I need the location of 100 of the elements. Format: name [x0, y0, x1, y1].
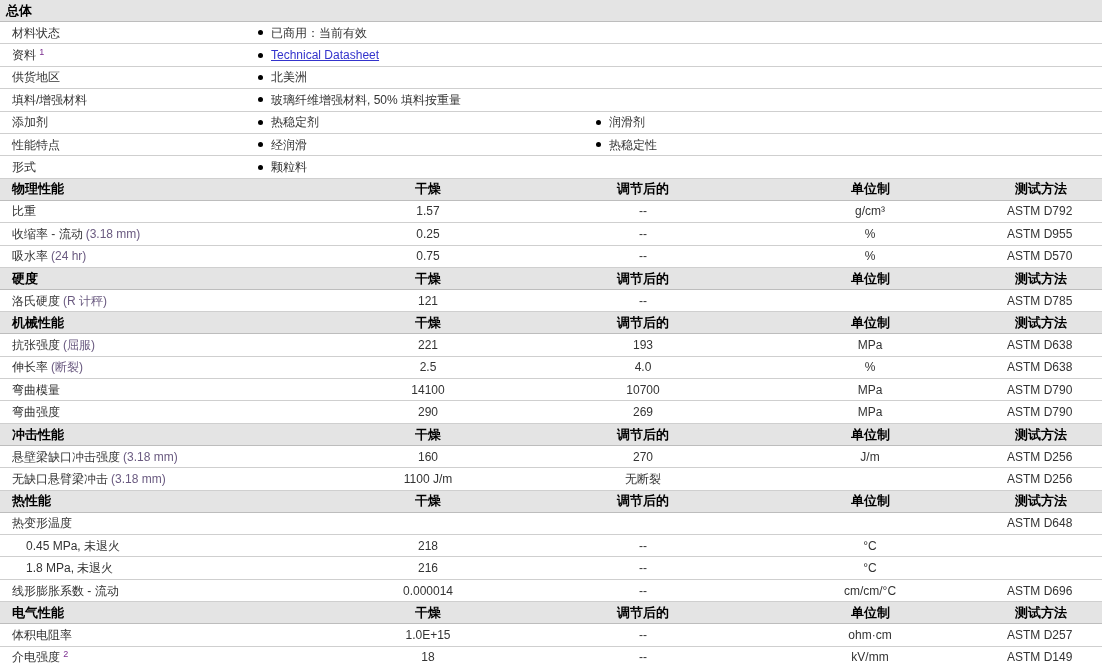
column-header: 干燥: [414, 269, 442, 288]
dry-value: 216: [417, 560, 439, 578]
unit-cell-text: %: [863, 225, 877, 243]
unit-cell-text: %: [863, 248, 877, 266]
row-label: 添加剂: [11, 114, 49, 132]
conditioned-value: 270: [632, 448, 654, 466]
conditioned-value: 无断裂: [624, 470, 662, 488]
property-value: 润滑剂: [609, 114, 645, 132]
bullet-icon: [258, 74, 263, 80]
section-header: 总体: [0, 0, 1102, 22]
dry-value: 2.5: [418, 359, 438, 377]
conditioned-value: --: [638, 649, 648, 667]
row-label: 性能特点: [11, 136, 61, 154]
column-header: 测试方法: [1014, 269, 1068, 288]
test-method: ASTM D256: [1006, 448, 1074, 466]
test-method: ASTM D792: [1006, 203, 1074, 221]
dry-value: 218: [417, 537, 439, 555]
column-header: 单位制: [849, 603, 891, 622]
dry-value: 121: [417, 292, 439, 310]
unit-cell-text: °C: [862, 537, 878, 555]
property-name: 热变形温度: [11, 515, 73, 533]
property-name: 1.8 MPa, 未退火: [25, 560, 115, 578]
test-method: ASTM D696: [1006, 582, 1074, 600]
row-label: 供货地区: [11, 69, 61, 87]
bullet-icon: [258, 52, 263, 58]
column-header: 调节后的: [615, 269, 670, 288]
column-header: 干燥: [414, 180, 442, 199]
dry-value: 18: [420, 649, 436, 667]
column-header: 调节后的: [615, 180, 670, 199]
conditioned-value: --: [638, 626, 648, 644]
test-method: ASTM D648: [1006, 515, 1074, 533]
bullet-icon: [258, 97, 263, 103]
unit-cell-text: %: [863, 359, 877, 377]
conditioned-value: 193: [632, 337, 654, 354]
row-label: 填料/增强材料: [11, 91, 89, 109]
test-method: ASTM D570: [1006, 248, 1074, 266]
column-header: 测试方法: [1014, 603, 1068, 622]
unit-cell-text: °C: [862, 560, 878, 578]
bullet-icon: [258, 30, 263, 36]
section-title: 物理性能: [11, 180, 65, 199]
unit-cell-text: ohm·cm: [847, 626, 893, 644]
test-method: ASTM D257: [1006, 626, 1074, 644]
column-header: 干燥: [414, 425, 442, 444]
dry-value: 0.25: [415, 225, 441, 243]
property-value: 北美洲: [271, 69, 307, 87]
property-value: 热稳定剂: [271, 114, 319, 132]
property-value: 颗粒料: [271, 159, 307, 177]
conditioned-value: 4.0: [633, 359, 653, 377]
unit-cell-text: MPa: [856, 337, 884, 354]
dry-value: 14100: [410, 381, 446, 399]
column-header: 测试方法: [1014, 425, 1068, 444]
column-header: 干燥: [414, 314, 442, 333]
property-name: 弯曲强度: [11, 404, 61, 422]
dry-value: 1.0E+15: [404, 626, 452, 644]
unit-cell-text: kV/mm: [850, 649, 890, 667]
section-title: 电气性能: [11, 603, 65, 622]
property-name: 抗张强度 (屈服): [11, 337, 96, 354]
column-header: 测试方法: [1014, 314, 1068, 333]
test-method: ASTM D790: [1006, 381, 1074, 399]
bullet-icon: [258, 119, 263, 125]
conditioned-value: 269: [632, 404, 654, 422]
property-name: 洛氏硬度 (R 计秤): [11, 292, 108, 310]
dry-value: 0.000014: [401, 582, 455, 600]
column-header: 单位制: [849, 492, 891, 511]
unit-cell-text: J/m: [859, 448, 881, 466]
dry-value: 1.57: [415, 203, 441, 221]
property-name: 悬壁梁缺口冲击强度 (3.18 mm): [11, 448, 179, 466]
row-label: 资料 $^{1}$: [11, 46, 46, 65]
conditioned-value: --: [638, 292, 648, 310]
conditioned-value: 10700: [625, 381, 661, 399]
test-method: ASTM D149: [1006, 649, 1074, 667]
property-name: 0.45 MPa, 未退火: [25, 537, 122, 555]
test-method: ASTM D256: [1006, 470, 1074, 488]
property-name: 介电强度 $^{2}$: [11, 648, 70, 667]
datasheet-link[interactable]: Technical Datasheet: [271, 46, 380, 65]
property-name: 线形膨胀系数 - 流动: [11, 582, 120, 600]
unit-cell-text: cm/cm/°C: [842, 582, 898, 600]
test-method: ASTM D638: [1006, 359, 1074, 377]
property-value: 玻璃纤维增强材料, 50% 填料按重量: [271, 91, 462, 109]
column-header: 单位制: [849, 314, 891, 333]
property-name: 体积电阻率: [11, 626, 73, 644]
section-title: 热性能: [11, 492, 52, 511]
column-header: 测试方法: [1014, 180, 1068, 199]
property-value: 热稳定性: [609, 136, 657, 154]
unit-cell-text: MPa: [856, 381, 884, 399]
property-name: 收缩率 - 流动 (3.18 mm): [11, 225, 142, 243]
column-header: 调节后的: [615, 425, 670, 444]
bullet-icon: [258, 142, 263, 148]
bullet-icon: [596, 119, 601, 125]
section-title: 硬度: [11, 269, 39, 288]
property-name: 弯曲模量: [11, 381, 61, 399]
property-name: 吸水率 (24 hr): [11, 248, 88, 266]
bullet-icon: [258, 164, 263, 170]
column-header: 调节后的: [615, 314, 670, 333]
section-title: 机械性能: [10, 314, 65, 333]
dry-value: 290: [417, 404, 439, 422]
column-header: 单位制: [849, 180, 891, 199]
row-label: 材料状态: [11, 24, 61, 42]
column-header: 测试方法: [1014, 492, 1068, 511]
section-title: 冲击性能: [11, 425, 65, 444]
